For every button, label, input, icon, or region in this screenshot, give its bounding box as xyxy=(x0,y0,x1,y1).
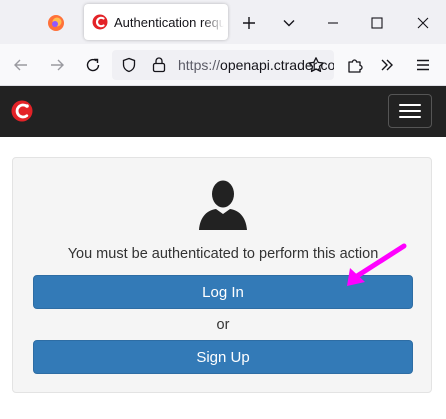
app-menu-button[interactable] xyxy=(409,51,437,79)
hamburger-bar xyxy=(399,110,421,112)
back-button[interactable] xyxy=(7,51,35,79)
chevron-down-icon xyxy=(283,20,295,27)
maximize-icon xyxy=(371,17,383,29)
tab-strip: Authentication required xyxy=(0,0,446,44)
reload-icon xyxy=(86,58,100,72)
tab-title: Authentication required xyxy=(114,14,224,30)
forward-button[interactable] xyxy=(43,51,71,79)
lock-icon xyxy=(152,57,166,73)
close-window-button[interactable] xyxy=(408,8,438,38)
extensions-button[interactable] xyxy=(341,51,369,79)
bookmark-button[interactable] xyxy=(302,51,330,79)
signup-button[interactable]: Sign Up xyxy=(33,340,413,374)
firefox-tab[interactable] xyxy=(36,6,76,40)
shield-icon xyxy=(122,57,136,73)
puzzle-icon xyxy=(348,59,363,73)
url-scheme: https:// xyxy=(178,57,221,73)
ctrader-logo-icon[interactable] xyxy=(11,100,33,122)
ctrader-tab-favicon-icon xyxy=(92,14,108,30)
back-arrow-icon xyxy=(14,59,27,71)
plus-icon xyxy=(243,17,255,29)
double-chevron-right-icon xyxy=(381,59,393,71)
nav-toolbar: https://openapi.ctrader.com xyxy=(0,44,446,86)
auth-required-message: You must be authenticated to perform thi… xyxy=(67,246,379,262)
new-tab-button[interactable] xyxy=(234,8,264,38)
minimize-button[interactable] xyxy=(318,8,348,38)
minimize-icon xyxy=(328,22,338,24)
list-tabs-button[interactable] xyxy=(274,8,304,38)
reload-button[interactable] xyxy=(79,51,107,79)
or-separator: or xyxy=(216,317,230,333)
url-bar[interactable]: https://openapi.ctrader.com xyxy=(112,50,334,80)
hamburger-bar xyxy=(399,116,421,118)
menu-icon xyxy=(417,59,429,71)
maximize-button[interactable] xyxy=(362,8,392,38)
tab-authentication[interactable]: Authentication required xyxy=(84,4,228,40)
forward-arrow-icon xyxy=(51,59,64,71)
overflow-button[interactable] xyxy=(373,51,401,79)
close-icon xyxy=(417,17,429,29)
login-button[interactable]: Log In xyxy=(33,275,413,309)
user-silhouette-icon xyxy=(199,180,247,230)
hamburger-bar xyxy=(399,104,421,106)
firefox-icon xyxy=(48,15,64,31)
nav-toggle-button[interactable] xyxy=(388,94,432,128)
auth-card: You must be authenticated to perform thi… xyxy=(12,157,432,393)
star-icon xyxy=(308,57,324,73)
site-header xyxy=(0,86,446,137)
